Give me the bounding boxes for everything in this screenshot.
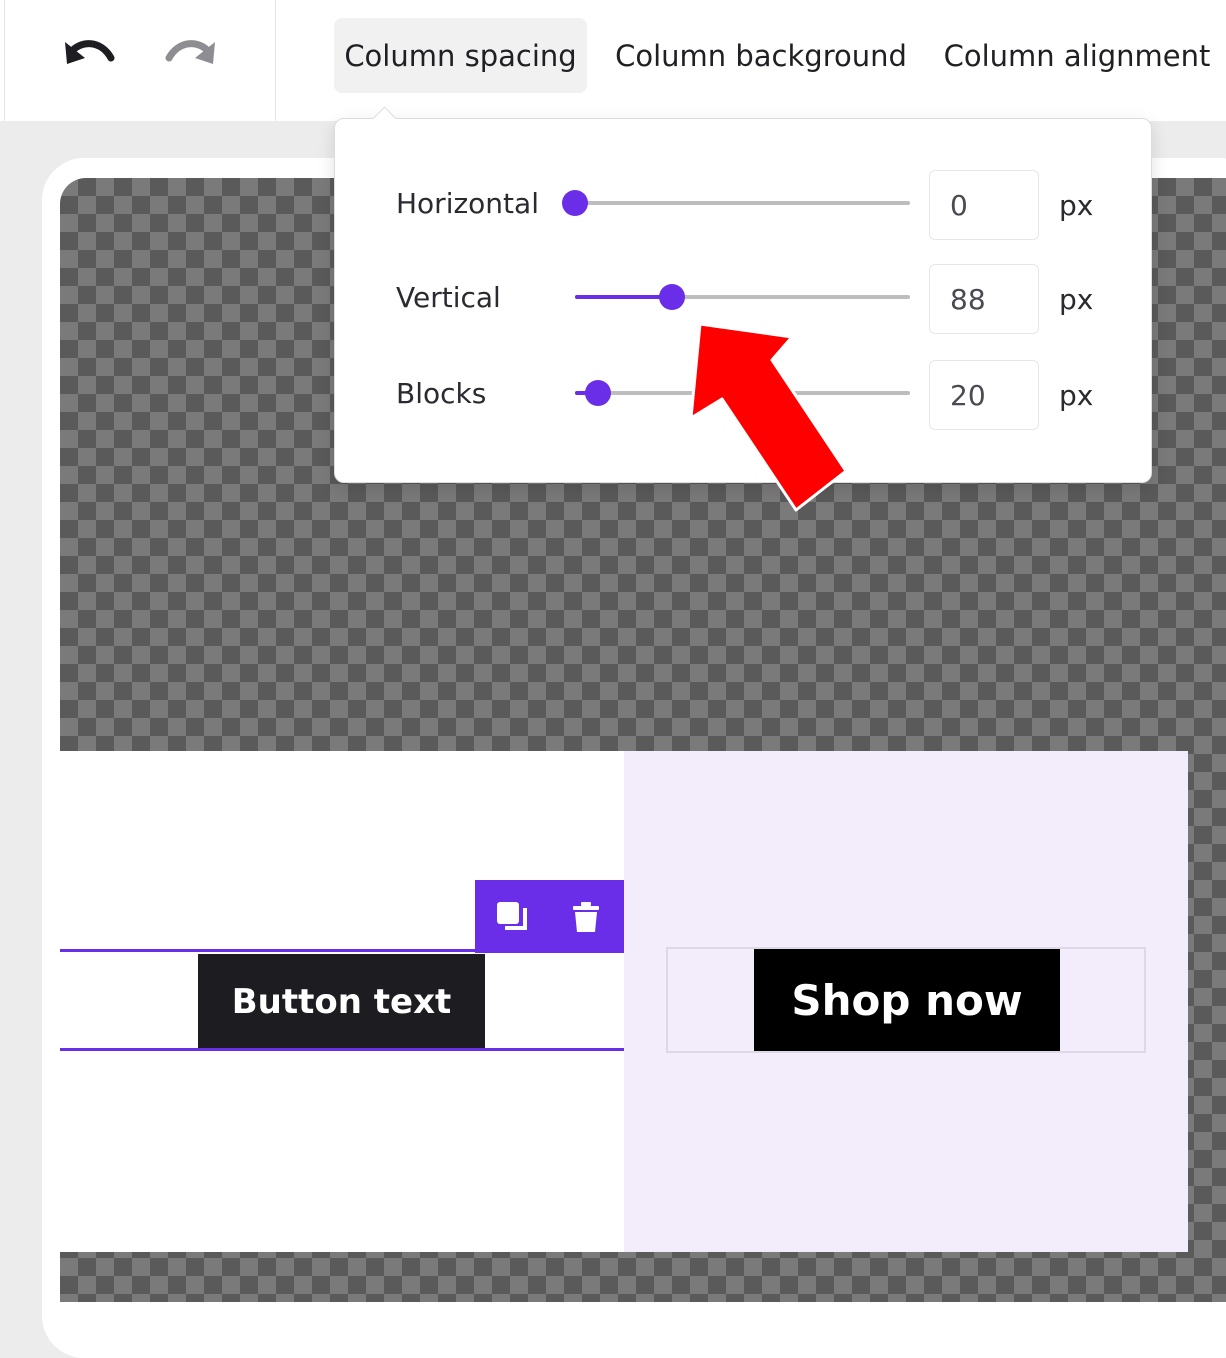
blocks-label: Blocks <box>396 377 487 410</box>
duplicate-icon <box>497 901 527 930</box>
duplicate-block-button[interactable] <box>475 880 549 953</box>
vertical-label: Vertical <box>396 281 501 314</box>
annotation-arrow <box>689 322 848 512</box>
vertical-value-input[interactable]: 88 <box>929 264 1039 334</box>
tab-column-background[interactable]: Column background <box>610 18 912 93</box>
button-block-wrapper[interactable]: Shop now <box>666 947 1146 1053</box>
undo-icon <box>65 40 115 64</box>
undo-button[interactable] <box>59 30 119 76</box>
redo-icon <box>165 40 215 64</box>
redo-button[interactable] <box>161 30 221 76</box>
horizontal-label: Horizontal <box>396 187 539 220</box>
horizontal-slider-track[interactable] <box>575 201 910 205</box>
blocks-unit: px <box>1059 379 1094 412</box>
blocks-value-input[interactable]: 20 <box>929 360 1039 430</box>
column-right[interactable]: Shop now <box>624 751 1188 1252</box>
delete-block-button[interactable] <box>549 880 623 953</box>
tab-column-spacing[interactable]: Column spacing <box>334 18 587 93</box>
editor-toolbar: Column spacing Column background Column … <box>0 0 1226 121</box>
blocks-slider-thumb[interactable] <box>585 380 612 406</box>
horizontal-value-input[interactable]: 0 <box>929 170 1039 240</box>
selection-outline-bottom <box>60 1048 624 1051</box>
column-left[interactable]: Button text <box>60 751 624 1252</box>
vertical-slider-fill <box>575 295 673 299</box>
horizontal-unit: px <box>1059 189 1094 222</box>
section-row: Button text Shop now <box>60 751 1188 1252</box>
vertical-slider-thumb[interactable] <box>659 284 686 310</box>
trash-icon <box>573 901 599 932</box>
tab-column-alignment[interactable]: Column alignment <box>938 18 1216 93</box>
history-controls <box>4 0 276 121</box>
horizontal-slider-thumb[interactable] <box>562 190 588 216</box>
shop-now-button[interactable]: Shop now <box>754 949 1060 1051</box>
vertical-unit: px <box>1059 283 1094 316</box>
button-text-block[interactable]: Button text <box>198 954 485 1049</box>
block-toolbar <box>475 880 624 953</box>
